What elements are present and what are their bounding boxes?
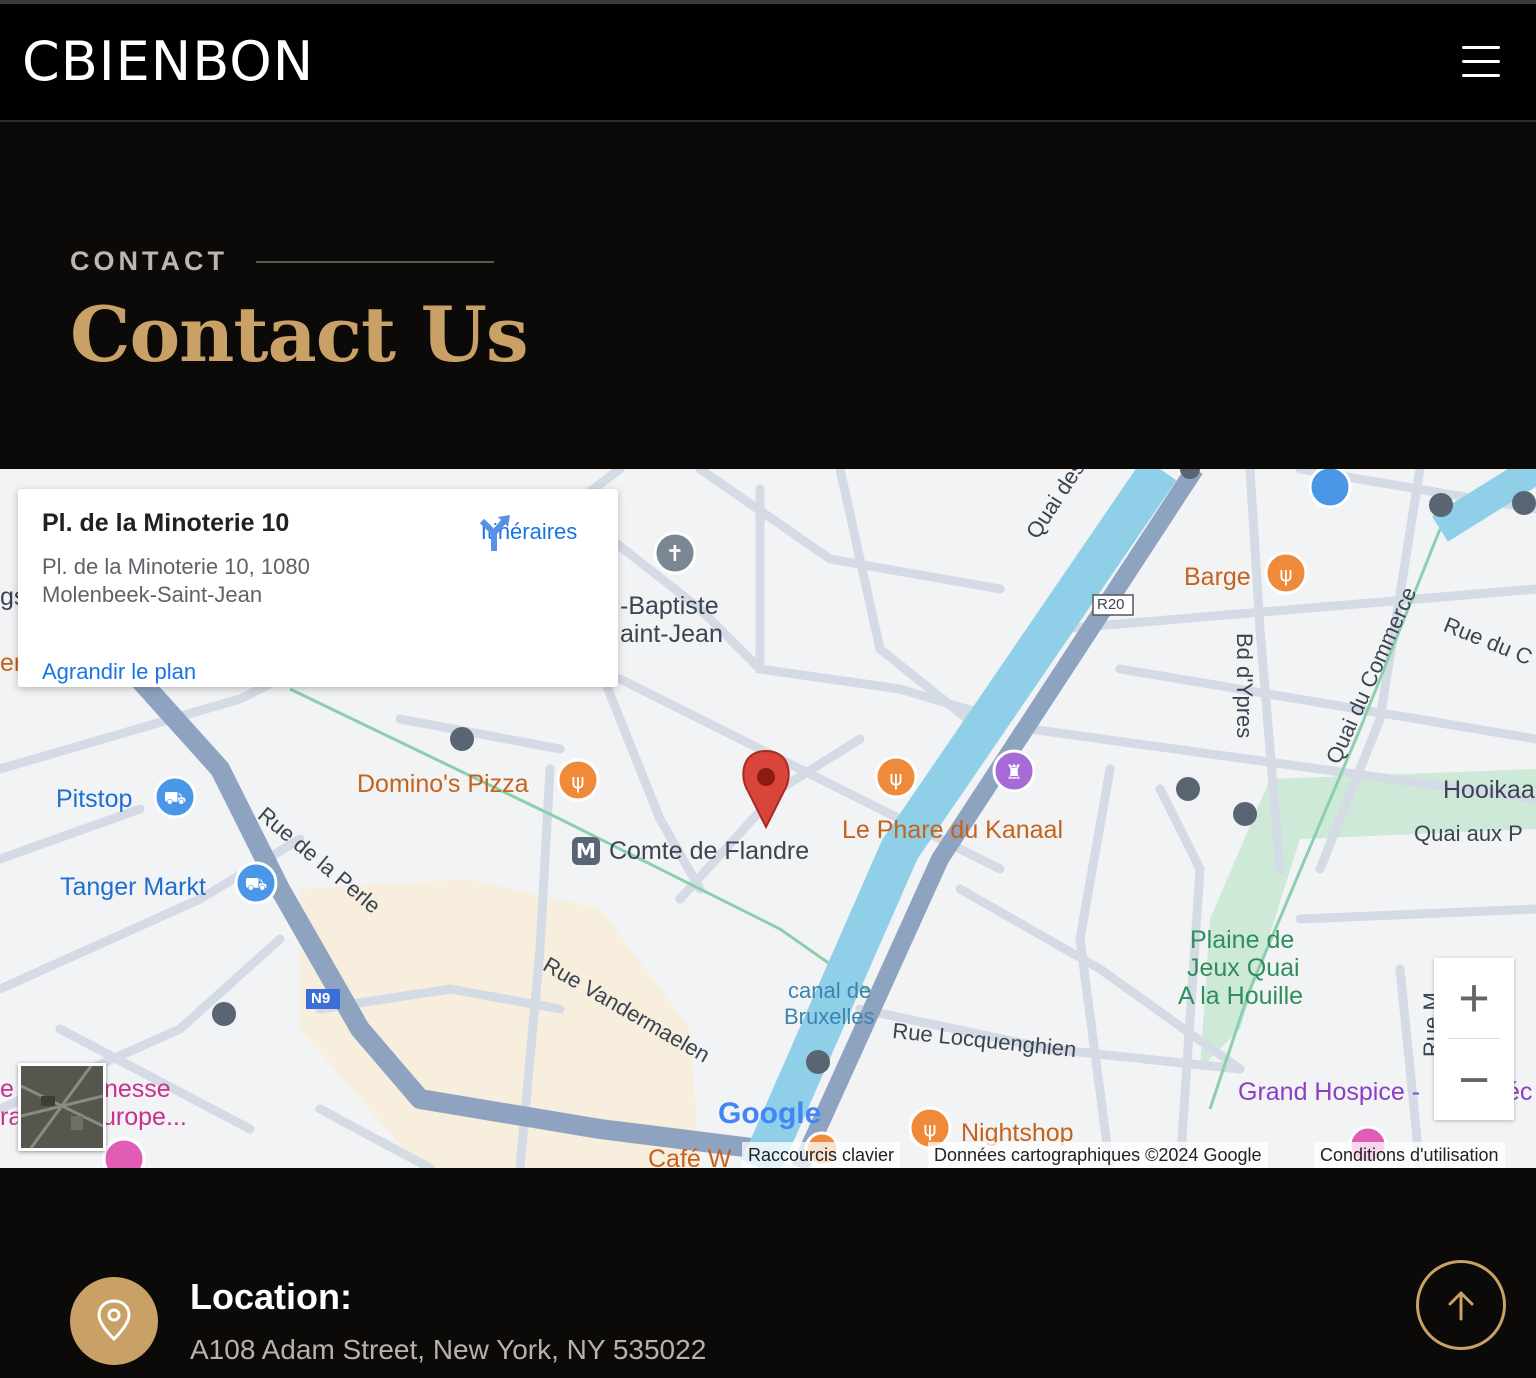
map-label-barge[interactable]: Barge xyxy=(1184,563,1251,591)
poi-museum-icon: ♜ xyxy=(992,749,1036,793)
map-label-canal-1: canal de xyxy=(788,978,872,1003)
svg-text:✝: ✝ xyxy=(666,542,684,567)
svg-text:ψ: ψ xyxy=(889,766,902,790)
poi-shop-pitstop: ⛟ xyxy=(153,775,197,819)
map-pin-icon xyxy=(97,1299,131,1342)
svg-text:ψ: ψ xyxy=(1279,562,1292,586)
poi-hotel-icon xyxy=(102,1137,146,1168)
map-label-jeunesse-2[interactable]: urope... xyxy=(102,1103,187,1131)
section-eyebrow: CONTACT xyxy=(70,246,228,276)
satellite-toggle[interactable] xyxy=(18,1063,106,1151)
info-card-address-line1: Pl. de la Minoterie 10, 1080 xyxy=(42,554,310,579)
directions-icon xyxy=(479,515,510,551)
directions-button[interactable]: Itinéraires xyxy=(474,513,584,551)
svg-text:ψ: ψ xyxy=(923,1117,936,1141)
terms-link[interactable]: Conditions d'utilisation xyxy=(1314,1142,1505,1168)
map-label-tanger[interactable]: Tanger Markt xyxy=(60,873,206,901)
svg-text:⛟: ⛟ xyxy=(245,874,268,895)
svg-text:♜: ♜ xyxy=(1005,760,1023,784)
info-card-address-line2: Molenbeek-Saint-Jean xyxy=(42,582,263,607)
map-label-cafe[interactable]: Café W xyxy=(648,1145,731,1168)
map-label-quai-aux: Quai aux P xyxy=(1414,821,1523,846)
page-title: Contact Us xyxy=(70,290,529,379)
map-label-pitstop[interactable]: Pitstop xyxy=(56,785,132,813)
embedded-map[interactable]: ψ ψ ψ ψ ⛟ ⛟ ✝ ♜ M Pitstop Tanger Markt D… xyxy=(0,469,1536,1168)
map-label-comte[interactable]: Comte de Flandre xyxy=(609,837,809,865)
map-label-grand-hospice[interactable]: Grand Hospice - xyxy=(1238,1078,1420,1106)
poi-church-icon: ✝ xyxy=(653,531,697,575)
map-label-baptiste-1: -Baptiste xyxy=(620,592,719,620)
logo[interactable]: CBIENBON xyxy=(22,32,314,92)
poi-restaurant-dominos: ψ xyxy=(556,758,600,802)
info-card-title: Pl. de la Minoterie 10 xyxy=(42,509,290,537)
map-label-canal-2: Bruxelles xyxy=(784,1004,875,1029)
arrow-up-icon xyxy=(1448,1291,1474,1321)
keyboard-shortcuts-link[interactable]: Raccourcis clavier xyxy=(742,1142,901,1168)
hamburger-menu-icon[interactable] xyxy=(1458,42,1506,82)
map-label-phare[interactable]: Le Phare du Kanaal xyxy=(842,816,1063,844)
map-label-edge-e: e xyxy=(0,1075,14,1103)
svg-text:ψ: ψ xyxy=(571,769,584,793)
svg-text:⛟: ⛟ xyxy=(164,788,187,809)
map-label-hooikaai: Hooikaa xyxy=(1443,776,1535,804)
location-icon-badge xyxy=(70,1277,158,1365)
map-data-attribution[interactable]: Données cartographiques ©2024 Google xyxy=(928,1142,1268,1168)
poi-restaurant-barge: ψ xyxy=(1264,551,1308,595)
map-label-plaine-2[interactable]: Jeux Quai xyxy=(1187,954,1300,982)
zoom-divider xyxy=(1448,1038,1500,1039)
enlarge-map-link[interactable]: Agrandir le plan xyxy=(42,659,196,685)
eyebrow-divider xyxy=(256,261,494,263)
satellite-thumbnail-icon xyxy=(21,1066,103,1148)
poi-shop-tanger: ⛟ xyxy=(234,861,278,905)
scroll-to-top-button[interactable] xyxy=(1416,1260,1506,1350)
zoom-in-button[interactable]: + xyxy=(1434,958,1514,1038)
zoom-control: + − xyxy=(1434,958,1514,1120)
navbar: CBIENBON xyxy=(0,4,1536,122)
poi-shop-top xyxy=(1308,469,1352,509)
n9-badge: N9 xyxy=(311,990,331,1007)
map-label-bd-ypres: Bd d'Ypres xyxy=(1232,633,1257,739)
map-label-plaine-3[interactable]: A la Houille xyxy=(1178,982,1303,1010)
map-label-jeunesse-1[interactable]: nesse xyxy=(104,1075,171,1103)
zoom-out-button[interactable]: − xyxy=(1434,1040,1514,1120)
map-label-plaine-1[interactable]: Plaine de xyxy=(1190,926,1294,954)
location-title: Location: xyxy=(190,1276,352,1317)
map-info-card: Pl. de la Minoterie 10 Pl. de la Minoter… xyxy=(18,489,618,687)
svg-text:M: M xyxy=(576,839,596,863)
google-logo-text: Google xyxy=(718,1097,822,1130)
map-label-baptiste-2: aint-Jean xyxy=(620,620,723,648)
location-address: A108 Adam Street, New York, NY 535022 xyxy=(190,1334,707,1365)
info-card-address: Pl. de la Minoterie 10, 1080 Molenbeek-S… xyxy=(42,553,402,609)
map-label-dominos[interactable]: Domino's Pizza xyxy=(357,770,529,798)
r20-badge: R20 xyxy=(1097,596,1125,613)
google-logo: Google xyxy=(718,1097,821,1131)
metro-icon: M xyxy=(572,837,600,865)
poi-restaurant-phare: ψ xyxy=(874,755,918,799)
